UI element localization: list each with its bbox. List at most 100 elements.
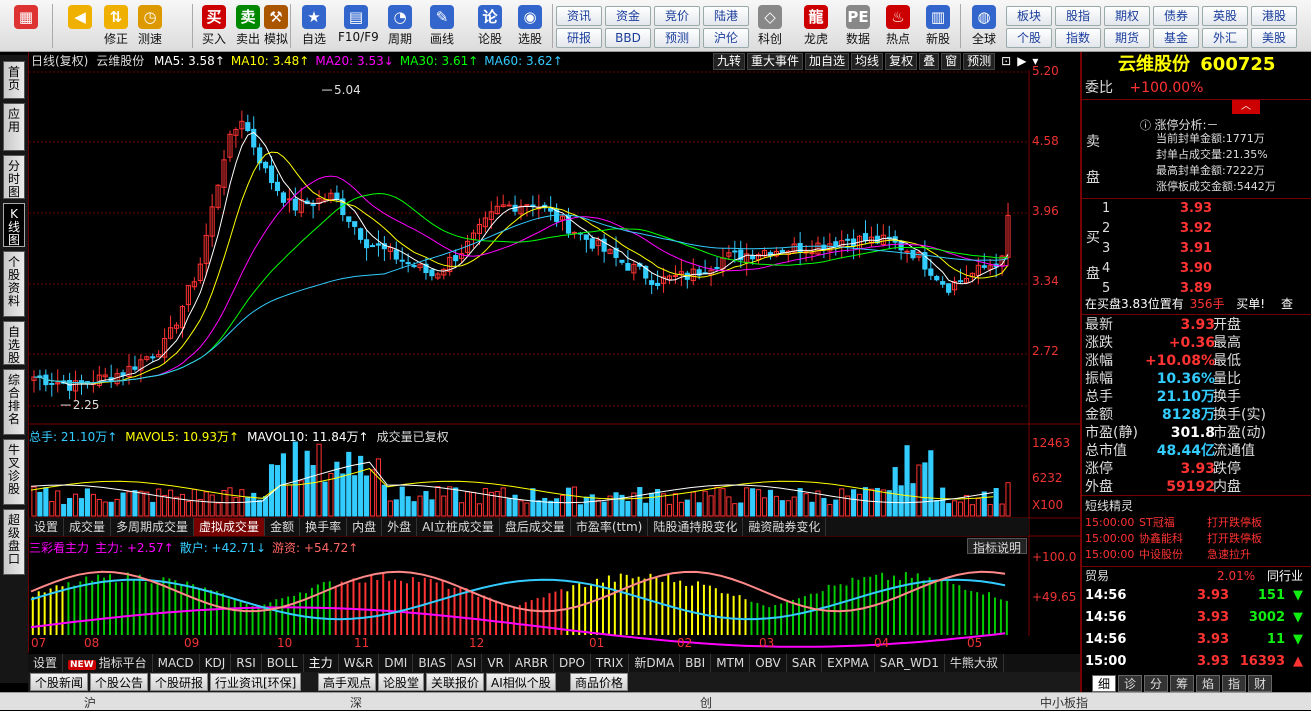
toolbar-tab-0-3[interactable]: 陆港 [703,6,749,26]
toolbar-btn-pencil[interactable]: ✎ 画线 [424,3,460,49]
market-tab-1-0[interactable]: 个股 [1006,28,1052,48]
market-tab-0-3[interactable]: 债券 [1153,6,1199,26]
status-item-1[interactable]: 沪 [84,694,96,711]
indicator-tab-0[interactable]: 设置 [28,654,64,672]
volume-tab-10[interactable]: 市盈率(ttm) [571,518,649,536]
toolbar-btn-up-down-arrow[interactable]: ⇅ 修正 [98,3,134,49]
news-tab-0[interactable]: 个股新闻 [30,673,89,691]
search-icon[interactable]: 查 [1281,297,1293,311]
quote-tab-5[interactable]: 指 [1222,675,1246,692]
indicator-tab-20[interactable]: EXPMA [822,654,875,672]
indicator-tab-19[interactable]: SAR [787,654,823,672]
volume-tab-2[interactable]: 多周期成交量 [111,518,195,536]
market-tab-0-2[interactable]: 期权 [1104,6,1150,26]
indicator-tab-5[interactable]: BOLL [262,654,304,672]
indicator-tab-6[interactable]: 主力 [304,654,339,672]
indicator-tab-10[interactable]: ASI [452,654,483,672]
toolbar-btn-clock[interactable]: ◷ 测速 [132,3,168,49]
indicator-tab-8[interactable]: DMI [379,654,414,672]
sidebar-item-8[interactable]: 超 级 盘 口 [3,509,25,575]
toolbar-tab-1-0[interactable]: 研报 [556,28,602,48]
toolbar-btn-pe[interactable]: PE 数据 [840,3,876,49]
indicator-tab-7[interactable]: W&R [339,654,380,672]
toolbar-tab-1-2[interactable]: 预测 [654,28,700,48]
indicator-tab-4[interactable]: RSI [231,654,262,672]
toolbar-btn-buy[interactable]: 买买入 [196,3,232,49]
indicator-tab-13[interactable]: DPO [554,654,591,672]
toolbar-btn-hot[interactable]: ♨ 热点 [880,3,916,49]
status-item-2[interactable]: 深 [350,694,362,711]
indicator-tab-15[interactable]: 新DMA [629,654,681,672]
market-tab-0-1[interactable]: 股指 [1055,6,1101,26]
sidebar-item-0[interactable]: 首 页 [3,61,25,99]
indicator-tab-14[interactable]: TRIX [591,654,630,672]
market-tab-1-3[interactable]: 基金 [1153,28,1199,48]
volume-tab-12[interactable]: 融资融券变化 [743,518,827,536]
quote-tab-1[interactable]: 诊 [1118,675,1142,692]
sidebar-item-1[interactable]: 应 用 [3,103,25,151]
market-tab-0-4[interactable]: 英股 [1202,6,1248,26]
toolbar-btn-window[interactable]: ▤ F10/F9 [338,3,379,49]
indicator-tab-22[interactable]: 牛熊大叔 [945,654,1004,672]
indicator-tab-11[interactable]: VR [482,654,510,672]
news-tab-2[interactable]: 个股研报 [150,673,209,691]
market-tab-1-5[interactable]: 美股 [1251,28,1297,48]
volume-tab-0[interactable]: 设置 [29,518,65,536]
indicator-tab-18[interactable]: OBV [750,654,787,672]
sidebar-item-3[interactable]: K 线 图 [3,203,25,247]
market-tab-0-5[interactable]: 港股 [1251,6,1297,26]
industry-button[interactable]: 同行业 [1267,568,1303,585]
sidebar-item-7[interactable]: 牛 叉 诊 股 [3,439,25,505]
short-elf-row[interactable]: 15:00:00 ST冠福 打开跌停板 [1085,515,1311,531]
news-tab-4[interactable]: 高手观点 [318,673,377,691]
sidebar-item-6[interactable]: 综 合 排 名 [3,369,25,435]
indicator-tab-16[interactable]: BBI [680,654,712,672]
market-tab-0-0[interactable]: 板块 [1006,6,1052,26]
quote-tab-2[interactable]: 分 [1144,675,1168,692]
volume-tab-5[interactable]: 换手率 [300,518,348,536]
volume-tab-4[interactable]: 金额 [265,518,301,536]
sidebar-item-2[interactable]: 分 时 图 [3,155,25,199]
status-item-4[interactable]: 中小板指 [1040,694,1088,711]
toolbar-btn-app-grid[interactable]: ▦ [8,3,44,49]
news-tab-7[interactable]: AI相似个股 [486,673,556,691]
indicator-tab-9[interactable]: BIAS [413,654,452,672]
toolbar-btn-period[interactable]: ◔ 周期 [382,3,418,49]
toolbar-tab-0-0[interactable]: 资讯 [556,6,602,26]
bid-row[interactable]: 1 3.93 [1102,200,1311,218]
news-tab-3[interactable]: 行业资讯[环保] [210,673,302,691]
toolbar-tab-1-1[interactable]: BBD [605,28,651,48]
indicator-tab-1[interactable]: NEW 指标平台 [63,654,153,674]
bid-row[interactable]: 2 3.92 [1102,220,1311,238]
indicator-tab-21[interactable]: SAR_WD1 [875,654,945,672]
toolbar-btn-dragon[interactable]: 龍龙虎 [798,3,834,49]
toolbar-tab-1-3[interactable]: 沪伦 [703,28,749,48]
quote-tab-4[interactable]: 焰 [1196,675,1220,692]
bid-row[interactable]: 3 3.91 [1102,240,1311,258]
indicator-explain-button[interactable]: 指标说明 [967,538,1027,555]
volume-tab-3[interactable]: 虚拟成交量 [194,518,266,536]
indicator-tab-17[interactable]: MTM [711,654,751,672]
quote-tab-6[interactable]: 财 [1248,675,1272,692]
volume-tab-1[interactable]: 成交量 [64,518,112,536]
volume-tab-8[interactable]: AI立桩成交量 [417,518,500,536]
market-tab-1-2[interactable]: 期货 [1104,28,1150,48]
toolbar-btn-new-stock[interactable]: ▥ 新股 [920,3,956,49]
sidebar-item-4[interactable]: 个 股 资 料 [3,251,25,317]
indicator-tab-2[interactable]: MACD [153,654,200,672]
chart-svg[interactable]: 5.04 2.25 [29,52,1081,653]
indicator-tab-3[interactable]: KDJ [200,654,232,672]
toolbar-btn-discuss[interactable]: 论论股 [472,3,508,49]
toolbar-tab-0-2[interactable]: 竞价 [654,6,700,26]
toolbar-btn-globe[interactable]: ◍ 全球 [966,3,1002,49]
volume-tab-7[interactable]: 外盘 [382,518,418,536]
toolbar-btn-kechuang[interactable]: ◇ 科创 [752,3,788,49]
news-tab-1[interactable]: 个股公告 [90,673,149,691]
news-tab-8[interactable]: 商品价格 [570,673,629,691]
collapse-icon[interactable]: ︿ [1232,100,1260,114]
news-tab-5[interactable]: 论股堂 [378,673,425,691]
sidebar-item-5[interactable]: 自 选 股 [3,321,25,365]
news-tab-6[interactable]: 关联报价 [426,673,485,691]
short-elf-row[interactable]: 15:00:00 中设股份 急速拉升 [1085,547,1311,563]
status-item-3[interactable]: 创 [700,694,712,711]
